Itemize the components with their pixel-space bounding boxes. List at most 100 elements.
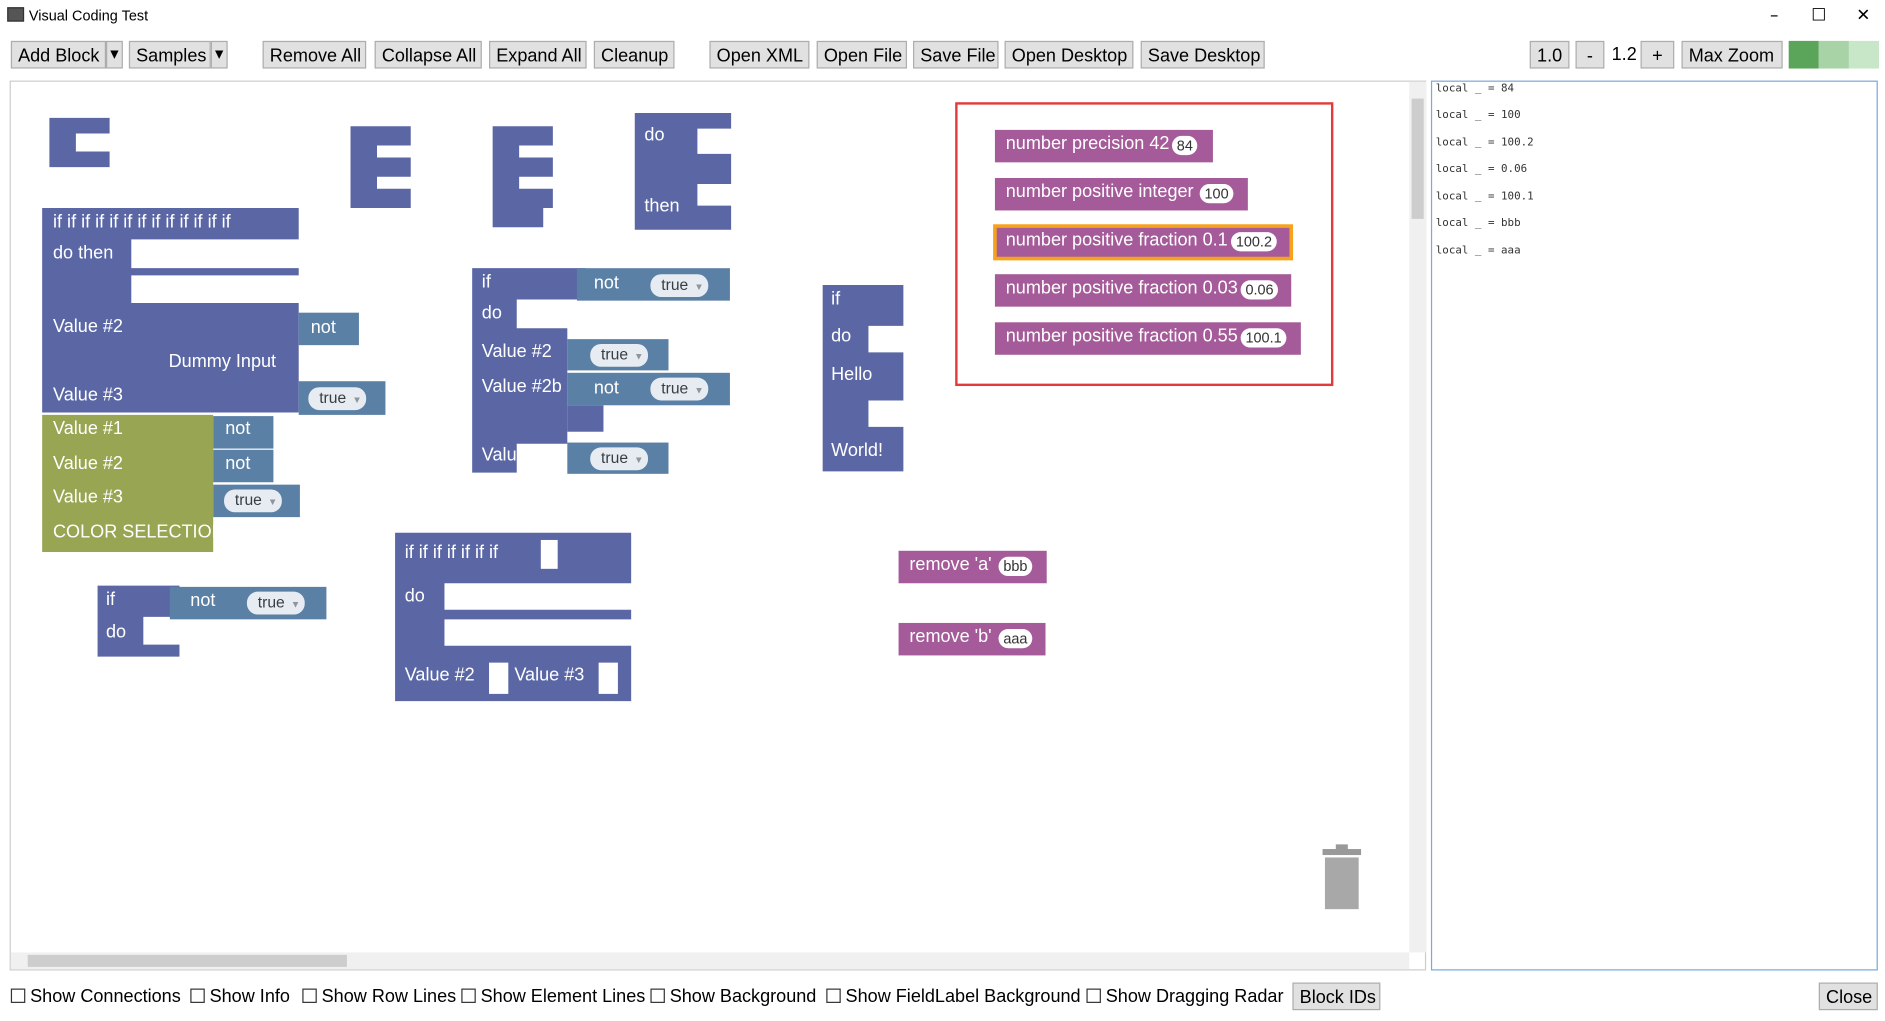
block-label: not bbox=[190, 590, 216, 611]
if-value-block bbox=[472, 268, 586, 473]
show-row-lines-checkbox[interactable]: Show Row Lines bbox=[302, 986, 456, 1007]
close-button[interactable]: Close bbox=[1818, 982, 1878, 1011]
zoom-out-button[interactable]: - bbox=[1575, 40, 1605, 69]
block-label: Value #1 bbox=[52, 418, 123, 439]
true-dropdown[interactable]: true ▼ bbox=[650, 377, 709, 401]
color-swatch-light-green[interactable] bbox=[1818, 40, 1849, 69]
minimize-button[interactable]: – bbox=[1750, 2, 1798, 28]
chevron-down-icon: ▼ bbox=[110, 49, 119, 62]
if-chain-block bbox=[42, 208, 299, 413]
block-label: do bbox=[105, 621, 127, 643]
block-label: do bbox=[831, 325, 852, 347]
block-label: not bbox=[593, 377, 619, 399]
block-label: if bbox=[481, 271, 491, 293]
cleanup-button[interactable]: Cleanup bbox=[593, 40, 675, 69]
open-file-button[interactable]: Open File bbox=[816, 40, 907, 69]
block-label: do then bbox=[52, 242, 114, 264]
maximize-button[interactable]: ☐ bbox=[1795, 2, 1843, 28]
expand-all-button[interactable]: Expand All bbox=[489, 40, 587, 69]
block-label: then bbox=[644, 196, 680, 217]
number-field[interactable]: 0.06 bbox=[1240, 280, 1279, 300]
true-dropdown[interactable]: true ▼ bbox=[224, 489, 283, 513]
show-dragging-radar-checkbox[interactable]: Show Dragging Radar bbox=[1086, 986, 1284, 1007]
scroll-thumb[interactable] bbox=[27, 954, 347, 967]
app-window: Visual Coding Test – ☐ ✕ Add Block ▼ Sam… bbox=[0, 0, 1885, 1021]
block-label: Value #2 bbox=[52, 316, 123, 337]
block-label: number positive fraction 0.55 bbox=[1005, 325, 1238, 347]
number-field[interactable]: 100.2 bbox=[1230, 232, 1277, 252]
block-label: do bbox=[481, 303, 502, 324]
zoom-reset-button[interactable]: 1.0 bbox=[1529, 40, 1570, 69]
number-field[interactable]: 84 bbox=[1171, 135, 1198, 156]
samples-dropdown[interactable]: ▼ bbox=[210, 40, 228, 69]
zoom-level: 1.2 bbox=[1611, 44, 1637, 65]
block-label: Value #3 bbox=[514, 665, 585, 686]
color-swatch-pale-green[interactable] bbox=[1848, 40, 1880, 69]
show-background-checkbox[interactable]: Show Background bbox=[650, 986, 816, 1007]
add-block-button[interactable]: Add Block bbox=[10, 40, 106, 69]
output-line: local _ = 0.06 bbox=[1435, 163, 1528, 176]
number-field[interactable]: 100 bbox=[1199, 183, 1234, 204]
block-label: number positive integer bbox=[1005, 181, 1194, 203]
e-shape-block bbox=[350, 126, 411, 209]
chevron-down-icon: ▼ bbox=[634, 454, 644, 466]
block-label: remove 'b' bbox=[909, 626, 992, 647]
show-info-checkbox[interactable]: Show Info bbox=[190, 986, 290, 1007]
save-file-button[interactable]: Save File bbox=[913, 40, 999, 69]
open-xml-button[interactable]: Open XML bbox=[709, 40, 810, 69]
max-zoom-button[interactable]: Max Zoom bbox=[1681, 40, 1783, 69]
output-line: local _ = 100.2 bbox=[1435, 137, 1534, 150]
block-label: not bbox=[593, 272, 619, 294]
number-field[interactable]: 100.1 bbox=[1240, 328, 1287, 348]
code-output-panel[interactable]: local _ = 84 local _ = 100 local _ = 100… bbox=[1430, 80, 1878, 971]
output-line: local _ = 100 bbox=[1435, 109, 1521, 122]
text-field[interactable]: aaa bbox=[998, 628, 1033, 649]
output-line: local _ = aaa bbox=[1435, 245, 1521, 258]
chevron-down-icon: ▼ bbox=[694, 384, 704, 396]
block-ids-button[interactable]: Block IDs bbox=[1292, 982, 1381, 1011]
samples-button[interactable]: Samples bbox=[128, 40, 211, 69]
true-dropdown[interactable]: true ▼ bbox=[590, 447, 649, 471]
title-bar: Visual Coding Test – ☐ ✕ bbox=[0, 0, 1885, 34]
chevron-down-icon: ▼ bbox=[290, 598, 301, 610]
block-label: if bbox=[831, 288, 841, 310]
canvas-vertical-scrollbar[interactable] bbox=[1409, 81, 1427, 953]
trash-icon[interactable] bbox=[1320, 844, 1363, 911]
block-label: if if if if if if if if if if if if if bbox=[52, 211, 231, 233]
output-line: local _ = 100.1 bbox=[1435, 191, 1534, 204]
zoom-in-button[interactable]: + bbox=[1640, 40, 1675, 69]
block-label: not bbox=[310, 317, 336, 338]
show-fieldlabel-background-checkbox[interactable]: Show FieldLabel Background bbox=[826, 986, 1081, 1007]
remove-all-button[interactable]: Remove All bbox=[262, 40, 367, 69]
app-icon bbox=[7, 7, 25, 22]
block-label: remove 'a' bbox=[909, 554, 992, 575]
scroll-thumb[interactable] bbox=[1411, 98, 1424, 219]
true-dropdown[interactable]: true ▼ bbox=[650, 274, 709, 298]
color-swatch-green[interactable] bbox=[1788, 40, 1819, 69]
block-label: Value #3 bbox=[52, 487, 123, 508]
true-dropdown[interactable]: true ▼ bbox=[308, 387, 367, 411]
block-label: if if if if if if if bbox=[404, 542, 499, 563]
window-title: Visual Coding Test bbox=[28, 7, 149, 25]
save-desktop-button[interactable]: Save Desktop bbox=[1140, 40, 1265, 69]
block-label: COLOR SELECTION bbox=[52, 521, 225, 543]
collapse-all-button[interactable]: Collapse All bbox=[374, 40, 482, 69]
block-label: Value #3 bbox=[481, 444, 552, 466]
output-line: local _ = 84 bbox=[1435, 82, 1515, 96]
chevron-down-icon: ▼ bbox=[215, 49, 224, 62]
add-block-dropdown[interactable]: ▼ bbox=[105, 40, 123, 69]
true-dropdown[interactable]: true ▼ bbox=[246, 591, 306, 615]
canvas-horizontal-scrollbar[interactable] bbox=[10, 952, 1410, 970]
true-dropdown[interactable]: true ▼ bbox=[590, 343, 649, 367]
block-label: Dummy Input bbox=[168, 351, 277, 372]
close-window-button[interactable]: ✕ bbox=[1839, 2, 1885, 28]
open-desktop-button[interactable]: Open Desktop bbox=[1004, 40, 1134, 69]
block-label: Value #2 bbox=[52, 453, 123, 474]
chevron-down-icon: ▼ bbox=[694, 281, 704, 293]
block-label: Value #2b bbox=[481, 376, 562, 397]
c-shape-block bbox=[49, 117, 110, 168]
show-element-lines-checkbox[interactable]: Show Element Lines bbox=[461, 986, 645, 1007]
show-connections-checkbox[interactable]: Show Connections bbox=[10, 986, 181, 1007]
block-label: if bbox=[105, 589, 116, 610]
text-field[interactable]: bbb bbox=[998, 556, 1033, 577]
